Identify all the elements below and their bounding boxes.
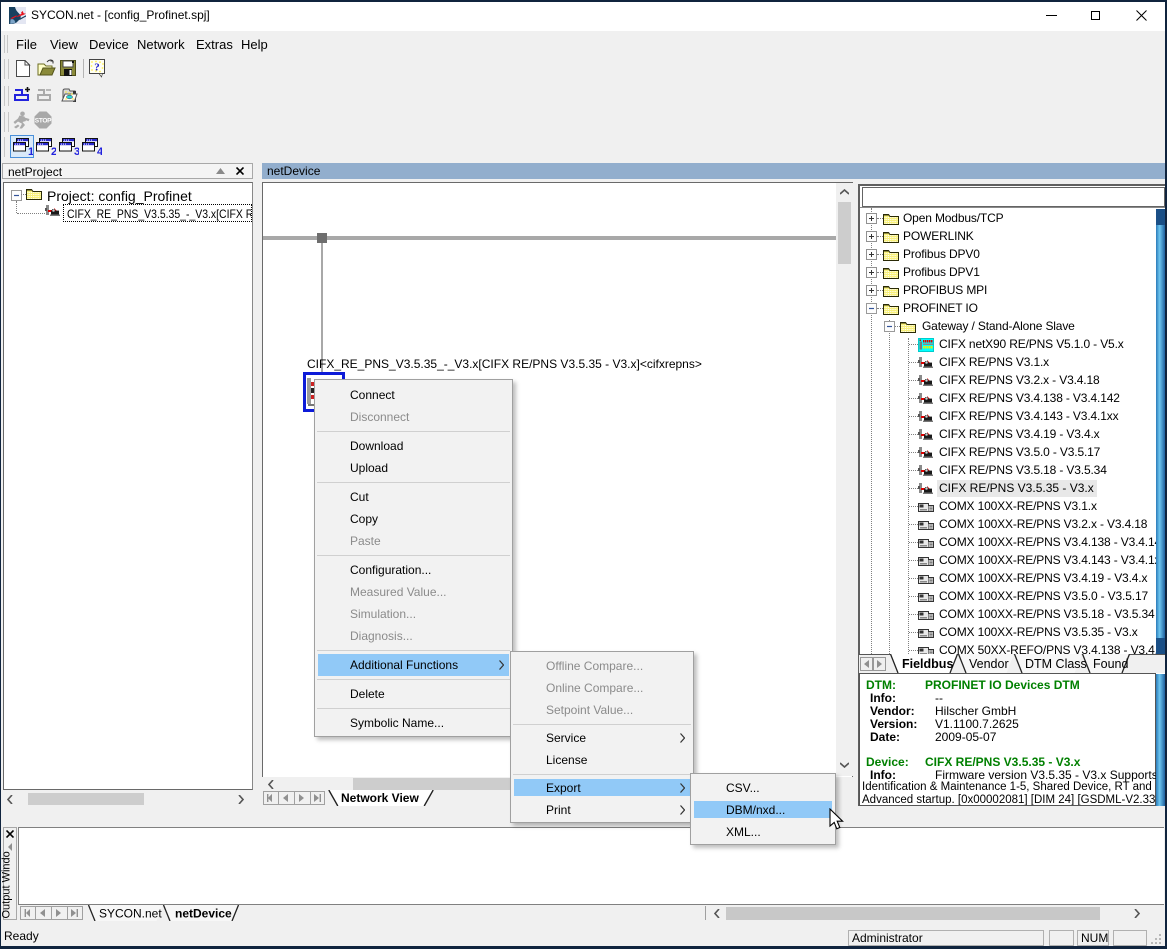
svg-text:STOP: STOP bbox=[35, 118, 52, 125]
svg-text:DTM Class: DTM Class bbox=[1025, 657, 1087, 671]
svg-text:Vendor: Vendor bbox=[969, 657, 1009, 671]
svg-text:3: 3 bbox=[74, 146, 79, 156]
svg-text:netDevice: netDevice bbox=[175, 907, 232, 921]
svg-text:SYCON.net: SYCON.net bbox=[99, 907, 162, 921]
svg-text:Found: Found bbox=[1093, 657, 1128, 671]
svg-text:Fieldbus: Fieldbus bbox=[902, 657, 953, 671]
svg-text:4: 4 bbox=[97, 146, 102, 156]
svg-text:?: ? bbox=[94, 62, 100, 74]
svg-text:2: 2 bbox=[51, 146, 56, 156]
svg-text:1: 1 bbox=[28, 146, 33, 156]
